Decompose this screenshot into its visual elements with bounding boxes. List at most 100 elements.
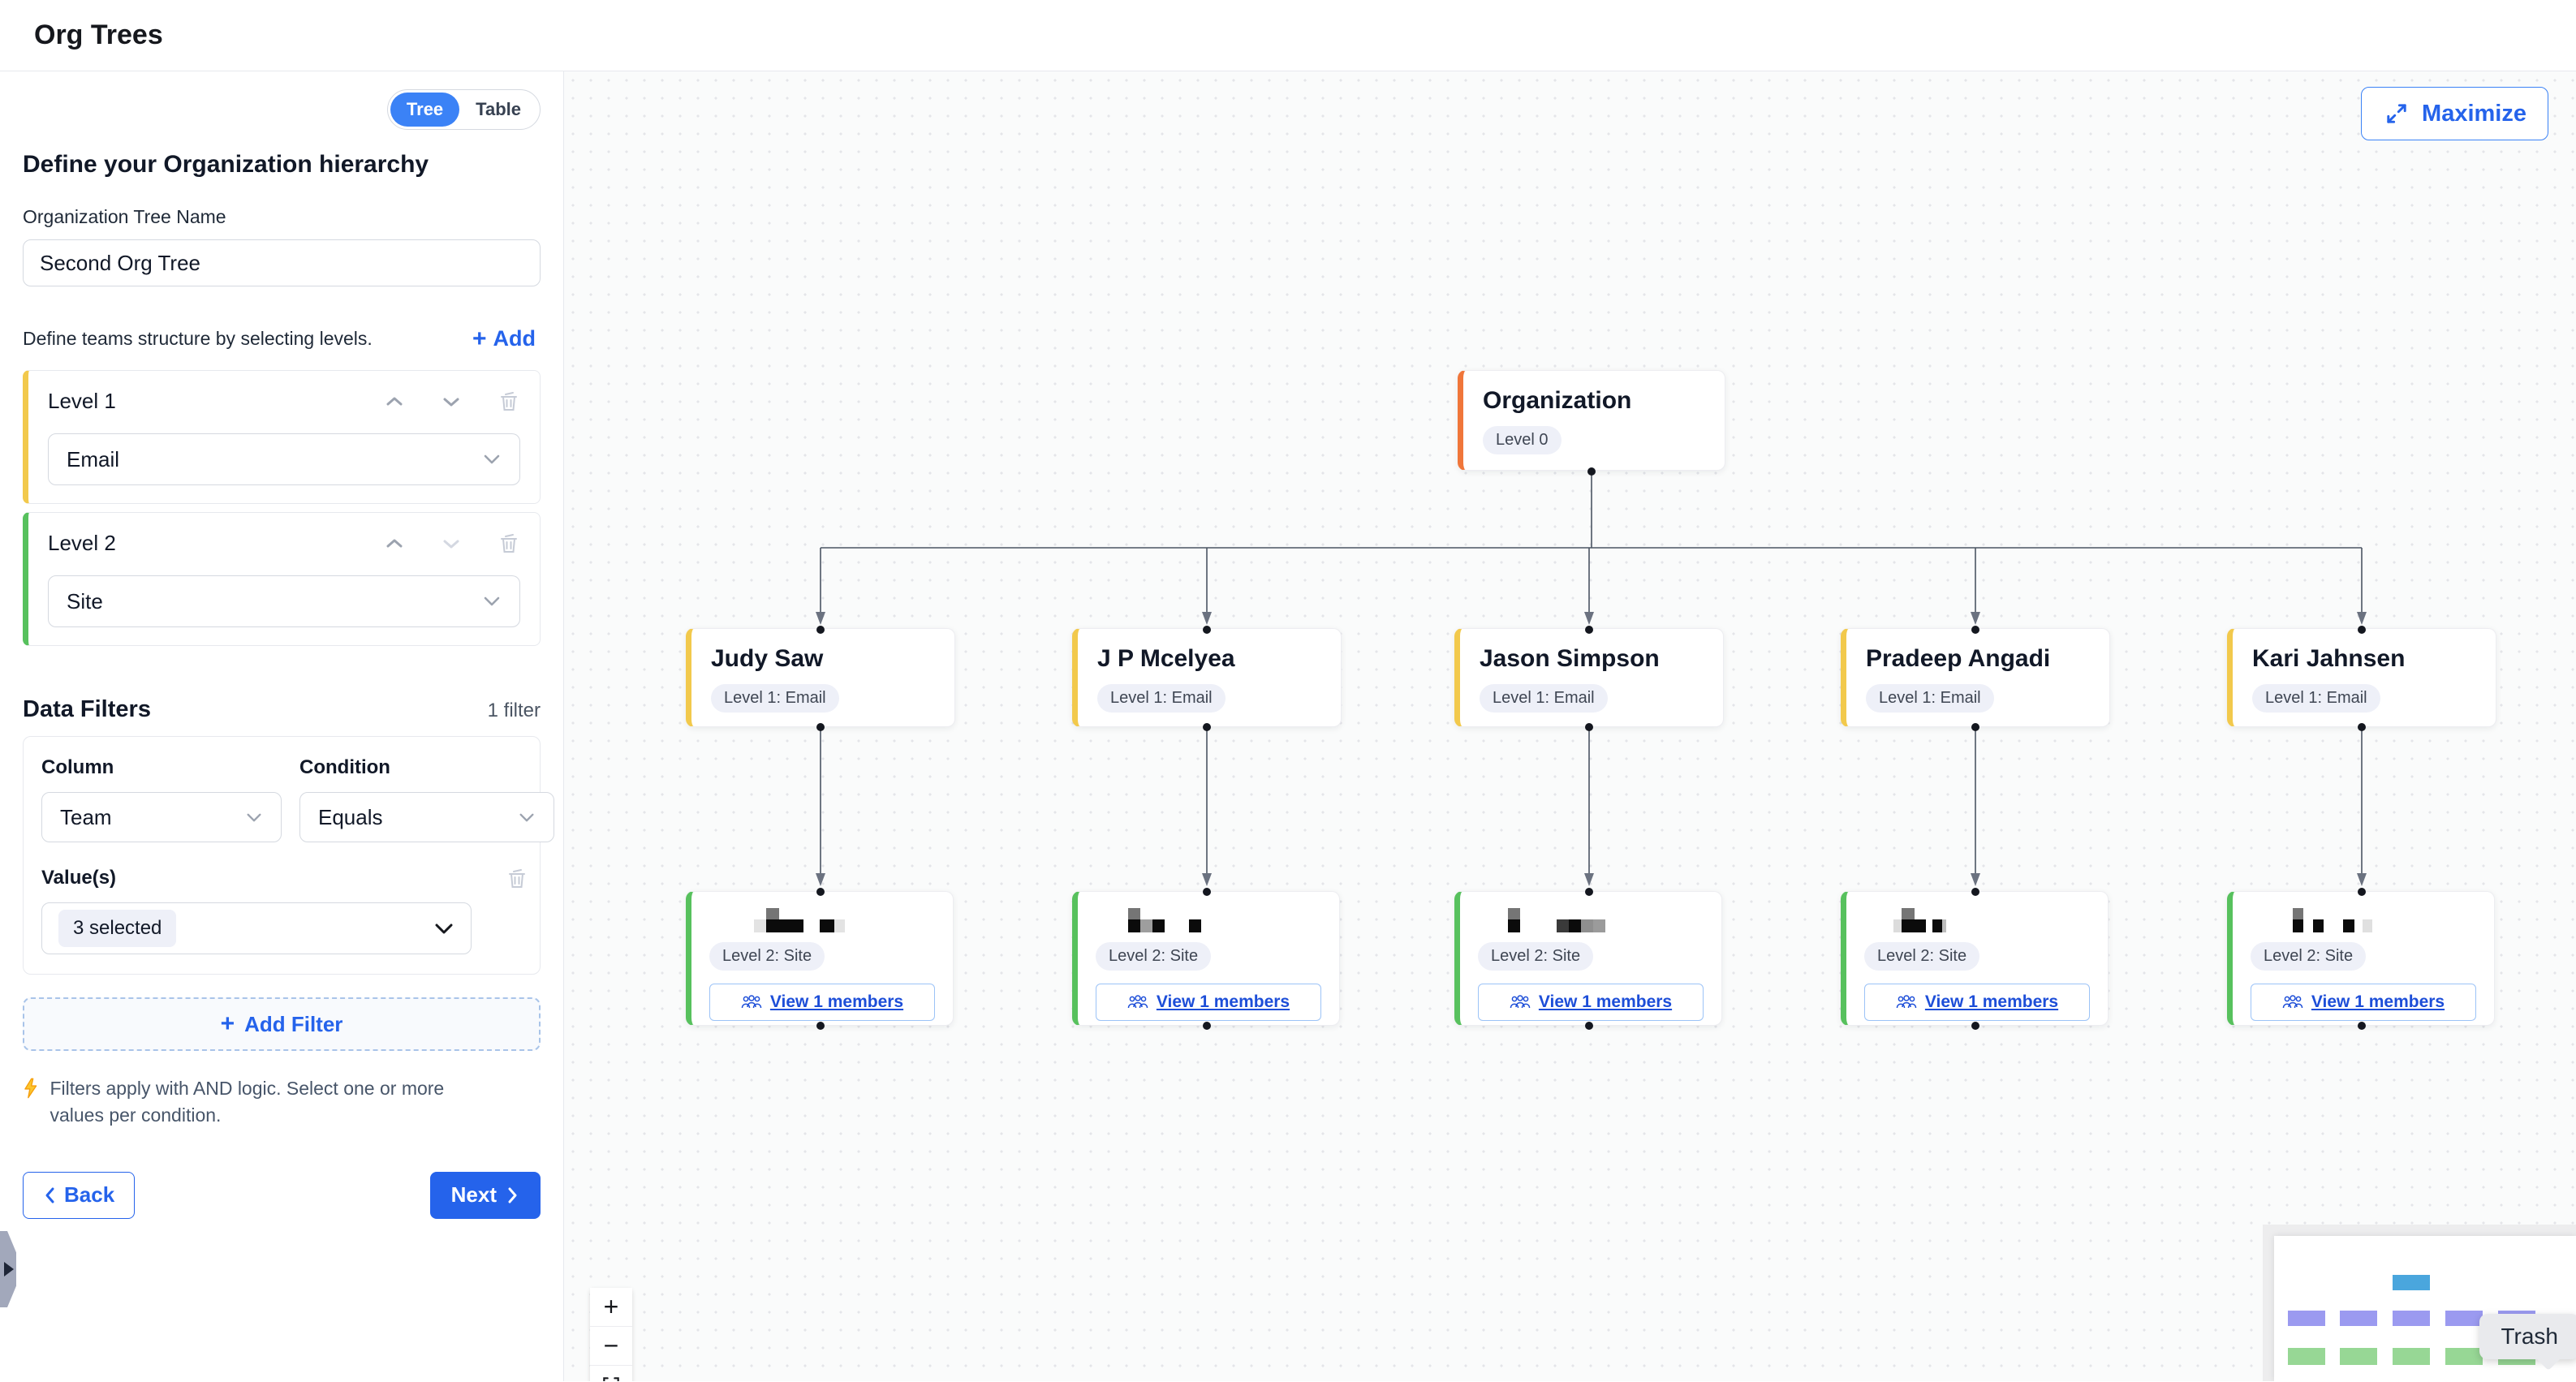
redacted-name (2251, 905, 2476, 941)
node-title: Kari Jahnsen (2252, 645, 2476, 673)
move-down-button[interactable] (441, 394, 462, 409)
org-node-level1[interactable]: Judy Saw Level 1: Email (686, 628, 955, 727)
selected-count-chip: 3 selected (58, 910, 176, 947)
org-node-level1[interactable]: Kari Jahnsen Level 1: Email (2227, 628, 2496, 727)
move-down-button[interactable] (441, 536, 462, 551)
hierarchy-heading: Define your Organization hierarchy (23, 151, 541, 179)
org-node-level2[interactable]: Level 2: Site View 1 members (1072, 891, 1340, 1026)
people-icon (1510, 994, 1531, 1010)
people-icon (2282, 994, 2303, 1010)
chevron-right-icon (506, 1186, 519, 1205)
org-node-level2[interactable]: Level 2: Site View 1 members (2227, 891, 2495, 1026)
view-members-button[interactable]: View 1 members (709, 984, 935, 1021)
minimap[interactable]: Trash (2263, 1225, 2576, 1381)
redacted-name (709, 905, 935, 941)
values-multiselect[interactable]: 3 selected (41, 902, 472, 954)
trash-tooltip: Trash (2479, 1314, 2576, 1359)
level-badge: Level 2: Site (709, 942, 825, 971)
zoom-out-button[interactable]: − (590, 1327, 632, 1366)
zoom-controls: + − (590, 1288, 632, 1381)
level-1-label: Level 1 (48, 389, 348, 414)
next-button[interactable]: Next (430, 1172, 541, 1219)
level-2-select[interactable]: Site (48, 575, 520, 627)
level-badge: Level 1: Email (2252, 684, 2380, 713)
minimap-level2-node (2288, 1348, 2325, 1365)
redacted-name (1096, 905, 1321, 941)
chevron-down-icon (482, 453, 502, 466)
redacted-name (1864, 905, 2090, 941)
expand-icon (2383, 100, 2410, 127)
view-members-button[interactable]: View 1 members (1478, 984, 1704, 1021)
level-badge: Level 2: Site (1864, 942, 1979, 971)
tree-name-label: Organization Tree Name (23, 206, 541, 228)
maximize-button[interactable]: Maximize (2361, 87, 2548, 140)
filter-card: Column Team Condition Equals (23, 736, 541, 975)
column-select[interactable]: Team (41, 792, 282, 842)
tree-name-input[interactable] (23, 239, 541, 286)
levels-description: Define teams structure by selecting leve… (23, 328, 373, 350)
chevron-up-icon (384, 536, 405, 551)
chevron-down-icon (518, 812, 536, 824)
node-title: Pradeep Angadi (1866, 645, 2090, 673)
chevron-left-icon (43, 1186, 56, 1205)
org-node-level2[interactable]: Level 2: Site View 1 members (1841, 891, 2109, 1026)
minimap-level1-node (2340, 1311, 2377, 1326)
delete-filter-button[interactable] (506, 867, 528, 891)
org-node-level1[interactable]: Jason Simpson Level 1: Email (1454, 628, 1724, 727)
view-members-button[interactable]: View 1 members (1864, 984, 2090, 1021)
zoom-in-button[interactable]: + (590, 1288, 632, 1327)
people-icon (1896, 994, 1917, 1010)
delete-level-button[interactable] (498, 390, 520, 414)
view-members-button[interactable]: View 1 members (1096, 984, 1321, 1021)
filter-count: 1 filter (488, 700, 541, 722)
level-2-label: Level 2 (48, 531, 348, 556)
org-node-root[interactable]: Organization Level 0 (1458, 370, 1725, 471)
back-button[interactable]: Back (23, 1172, 135, 1219)
column-label: Column (41, 756, 282, 779)
fit-view-icon (601, 1375, 622, 1382)
org-tree-canvas[interactable]: Maximize (564, 71, 2576, 1381)
toggle-tree[interactable]: Tree (390, 93, 459, 127)
chevron-down-icon (245, 812, 263, 824)
add-filter-button[interactable]: + Add Filter (23, 997, 541, 1051)
delete-level-button[interactable] (498, 532, 520, 556)
trash-icon (498, 390, 520, 414)
play-arrow-icon (4, 1262, 14, 1277)
level-badge: Level 0 (1483, 426, 1562, 454)
move-up-button[interactable] (384, 394, 405, 409)
org-node-level1[interactable]: J P Mcelyea Level 1: Email (1072, 628, 1342, 727)
chevron-up-icon (384, 394, 405, 409)
data-filters-title: Data Filters (23, 696, 151, 723)
add-level-button[interactable]: + Add (467, 325, 541, 352)
level-1-select[interactable]: Email (48, 433, 520, 485)
minimap-level2-node (2393, 1348, 2430, 1365)
trash-icon (498, 532, 520, 556)
level-badge: Level 2: Site (1096, 942, 1211, 971)
minimap-level2-node (2340, 1348, 2377, 1365)
page-title: Org Trees (34, 19, 163, 51)
condition-select[interactable]: Equals (299, 792, 554, 842)
node-title: Judy Saw (711, 645, 935, 673)
level-card-2: Level 2 Site (23, 512, 541, 646)
minimap-viewport (2274, 1236, 2576, 1381)
level-card-1: Level 1 Email (23, 370, 541, 504)
org-node-level1[interactable]: Pradeep Angadi Level 1: Email (1841, 628, 2110, 727)
fit-view-button[interactable] (590, 1366, 632, 1381)
chevron-down-icon (441, 536, 462, 551)
chevron-down-icon (433, 922, 454, 936)
toggle-table[interactable]: Table (459, 93, 537, 127)
level-badge: Level 2: Site (1478, 942, 1593, 971)
view-members-button[interactable]: View 1 members (2251, 984, 2476, 1021)
level-badge: Level 1: Email (1480, 684, 1608, 713)
org-node-level2[interactable]: Level 2: Site View 1 members (1454, 891, 1722, 1026)
node-title: J P Mcelyea (1097, 645, 1321, 673)
chevron-down-icon (441, 394, 462, 409)
lightning-icon (23, 1075, 38, 1101)
app-header: Org Trees (0, 0, 2576, 71)
move-up-button[interactable] (384, 536, 405, 551)
trash-icon (506, 867, 528, 891)
minimap-level1-node (2393, 1311, 2430, 1326)
chevron-down-icon (482, 595, 502, 608)
org-node-level2[interactable]: Level 2: Site View 1 members (686, 891, 954, 1026)
level-badge: Level 1: Email (711, 684, 839, 713)
